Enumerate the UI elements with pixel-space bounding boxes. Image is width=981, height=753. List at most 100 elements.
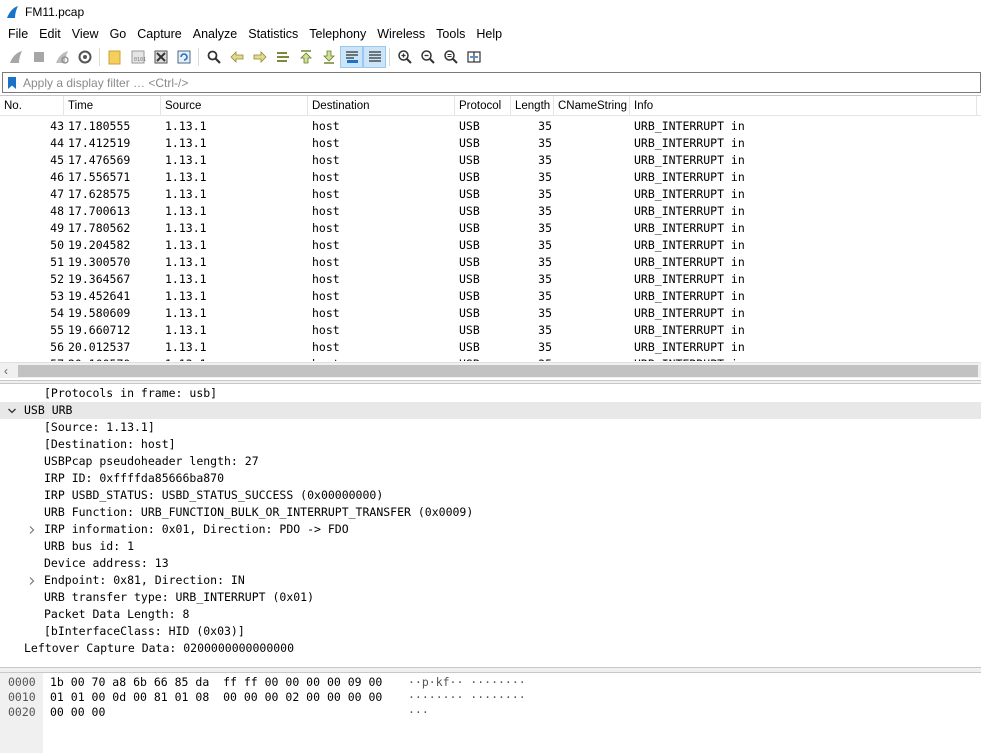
column-header-destination[interactable]: Destination bbox=[308, 96, 455, 116]
chevron-right-icon[interactable] bbox=[25, 572, 39, 589]
packet-row[interactable]: 52 19.364567 1.13.1 host USB 35 URB_INTERRUPT … bbox=[0, 271, 981, 288]
detail-tree-item[interactable]: [Destination: host] bbox=[0, 436, 981, 453]
packet-cell-dst: host bbox=[312, 238, 340, 252]
packet-cell-len: 35 bbox=[538, 238, 552, 252]
packet-row[interactable]: 57 20.100570 1.13.1 host USB 35 URB_INTERRUPT … bbox=[0, 356, 981, 361]
options-gear-icon[interactable] bbox=[73, 46, 96, 68]
menu-view[interactable]: View bbox=[67, 27, 104, 41]
menu-help[interactable]: Help bbox=[471, 27, 507, 41]
first-packet-icon[interactable] bbox=[294, 46, 317, 68]
bytes-offset: 0020 bbox=[8, 705, 36, 719]
packet-row[interactable]: 45 17.476569 1.13.1 host USB 35 URB_INTERRUPT … bbox=[0, 152, 981, 169]
column-header-time[interactable]: Time bbox=[64, 96, 161, 116]
detail-tree-item[interactable]: [bInterfaceClass: HID (0x03)] bbox=[0, 623, 981, 640]
scrollbar-thumb[interactable] bbox=[18, 365, 978, 377]
display-filter-input[interactable] bbox=[23, 74, 923, 91]
detail-tree-item[interactable]: [Source: 1.13.1] bbox=[0, 419, 981, 436]
packet-row[interactable]: 51 19.300570 1.13.1 host USB 35 URB_INTERRUPT … bbox=[0, 254, 981, 271]
packet-row[interactable]: 50 19.204582 1.13.1 host USB 35 URB_INTERRUPT … bbox=[0, 237, 981, 254]
packet-row[interactable]: 54 19.580609 1.13.1 host USB 35 URB_INTERRUPT … bbox=[0, 305, 981, 322]
pane-splitter[interactable] bbox=[0, 380, 981, 384]
packet-cell-no: 43 bbox=[50, 119, 64, 133]
detail-tree-item[interactable]: [Protocols in frame: usb] bbox=[0, 385, 981, 402]
packet-row[interactable]: 47 17.628575 1.13.1 host USB 35 URB_INTERRUPT … bbox=[0, 186, 981, 203]
packet-row[interactable]: 55 19.660712 1.13.1 host USB 35 URB_INTERRUPT … bbox=[0, 322, 981, 339]
menu-analyze[interactable]: Analyze bbox=[188, 27, 242, 41]
bytes-row[interactable]: 0010 01 01 00 0d 00 81 01 08 00 00 00 02 … bbox=[0, 690, 981, 705]
close-file-icon[interactable] bbox=[149, 46, 172, 68]
column-header-length[interactable]: Length bbox=[511, 96, 554, 116]
packet-cell-dst: host bbox=[312, 170, 340, 184]
detail-tree-item[interactable]: Packet Data Length: 8 bbox=[0, 606, 981, 623]
chevron-down-icon[interactable] bbox=[5, 402, 19, 419]
packet-cell-dst: host bbox=[312, 153, 340, 167]
packet-cell-src: 1.13.1 bbox=[165, 340, 207, 354]
zoom-normal-icon[interactable] bbox=[439, 46, 462, 68]
detail-tree-item[interactable]: Leftover Capture Data: 0200000000000000 bbox=[0, 640, 981, 657]
restart-fin-icon[interactable] bbox=[50, 46, 73, 68]
column-header-cnamestring[interactable]: CNameString bbox=[554, 96, 630, 116]
packet-row[interactable]: 44 17.412519 1.13.1 host USB 35 URB_INTERRUPT … bbox=[0, 135, 981, 152]
packet-row[interactable]: 48 17.700613 1.13.1 host USB 35 URB_INTERRUPT … bbox=[0, 203, 981, 220]
packet-row[interactable]: 49 17.780562 1.13.1 host USB 35 URB_INTERRUPT … bbox=[0, 220, 981, 237]
packet-row[interactable]: 46 17.556571 1.13.1 host USB 35 URB_INTERRUPT … bbox=[0, 169, 981, 186]
detail-tree-item[interactable]: Device address: 13 bbox=[0, 555, 981, 572]
bytes-ascii: ··· bbox=[408, 705, 429, 719]
menu-edit[interactable]: Edit bbox=[34, 27, 66, 41]
bytes-row[interactable]: 0020 00 00 00 ··· bbox=[0, 705, 981, 720]
find-icon[interactable] bbox=[202, 46, 225, 68]
detail-tree-item[interactable]: URB bus id: 1 bbox=[0, 538, 981, 555]
zoom-in-icon[interactable] bbox=[393, 46, 416, 68]
detail-tree-item[interactable]: USB URB bbox=[0, 402, 981, 419]
packet-cell-proto: USB bbox=[459, 255, 480, 269]
packet-cell-src: 1.13.1 bbox=[165, 289, 207, 303]
reload-icon[interactable] bbox=[172, 46, 195, 68]
detail-tree-item[interactable]: Endpoint: 0x81, Direction: IN bbox=[0, 572, 981, 589]
menu-go[interactable]: Go bbox=[105, 27, 132, 41]
detail-tree-item[interactable]: IRP information: 0x01, Direction: PDO ->… bbox=[0, 521, 981, 538]
stop-square-icon[interactable] bbox=[27, 46, 50, 68]
packet-row[interactable]: 53 19.452641 1.13.1 host USB 35 URB_INTERRUPT … bbox=[0, 288, 981, 305]
packet-row[interactable]: 56 20.012537 1.13.1 host USB 35 URB_INTERRUPT … bbox=[0, 339, 981, 356]
packet-cell-src: 1.13.1 bbox=[165, 204, 207, 218]
column-header-source[interactable]: Source bbox=[161, 96, 308, 116]
menu-capture[interactable]: Capture bbox=[132, 27, 186, 41]
packet-cell-src: 1.13.1 bbox=[165, 238, 207, 252]
horizontal-scrollbar[interactable]: ‹ bbox=[0, 362, 981, 378]
packet-cell-info: URB_INTERRUPT in bbox=[634, 204, 745, 218]
column-header-protocol[interactable]: Protocol bbox=[455, 96, 511, 116]
menu-file[interactable]: File bbox=[3, 27, 33, 41]
packet-cell-len: 35 bbox=[538, 153, 552, 167]
packet-cell-proto: USB bbox=[459, 136, 480, 150]
wireshark-fin-icon bbox=[7, 6, 18, 18]
bytes-row[interactable]: 0000 1b 00 70 a8 6b 66 85 da ff ff 00 00 … bbox=[0, 675, 981, 690]
forward-arrow-icon[interactable] bbox=[248, 46, 271, 68]
detail-tree-item[interactable]: IRP ID: 0xffffda85666ba870 bbox=[0, 470, 981, 487]
colorize-icon[interactable] bbox=[363, 46, 386, 68]
column-header-info[interactable]: Info bbox=[630, 96, 977, 116]
menu-tools[interactable]: Tools bbox=[431, 27, 470, 41]
chevron-right-icon[interactable] bbox=[25, 521, 39, 538]
column-header-no[interactable]: No. bbox=[0, 96, 64, 116]
detail-tree-item[interactable]: URB Function: URB_FUNCTION_BULK_OR_INTER… bbox=[0, 504, 981, 521]
packet-row[interactable]: 43 17.180555 1.13.1 host USB 35 URB_INTERRUPT … bbox=[0, 118, 981, 135]
resize-columns-icon[interactable] bbox=[462, 46, 485, 68]
open-folder-icon[interactable] bbox=[103, 46, 126, 68]
detail-tree-item[interactable]: URB transfer type: URB_INTERRUPT (0x01) bbox=[0, 589, 981, 606]
autoscroll-icon[interactable] bbox=[340, 46, 363, 68]
packet-cell-time: 19.364567 bbox=[68, 272, 131, 286]
menu-statistics[interactable]: Statistics bbox=[243, 27, 303, 41]
filter-bookmark-icon[interactable] bbox=[5, 74, 19, 91]
back-arrow-icon[interactable] bbox=[225, 46, 248, 68]
menu-wireless[interactable]: Wireless bbox=[372, 27, 430, 41]
zoom-out-icon[interactable] bbox=[416, 46, 439, 68]
scroll-left-icon[interactable]: ‹ bbox=[4, 364, 8, 378]
detail-tree-item[interactable]: USBPcap pseudoheader length: 27 bbox=[0, 453, 981, 470]
packet-cell-proto: USB bbox=[459, 323, 480, 337]
last-packet-icon[interactable] bbox=[317, 46, 340, 68]
shark-fin-start-icon[interactable] bbox=[4, 46, 27, 68]
save-file-icon[interactable]: 0101 bbox=[126, 46, 149, 68]
go-to-packet-icon[interactable] bbox=[271, 46, 294, 68]
menu-telephony[interactable]: Telephony bbox=[304, 27, 371, 41]
detail-tree-item[interactable]: IRP USBD_STATUS: USBD_STATUS_SUCCESS (0x… bbox=[0, 487, 981, 504]
